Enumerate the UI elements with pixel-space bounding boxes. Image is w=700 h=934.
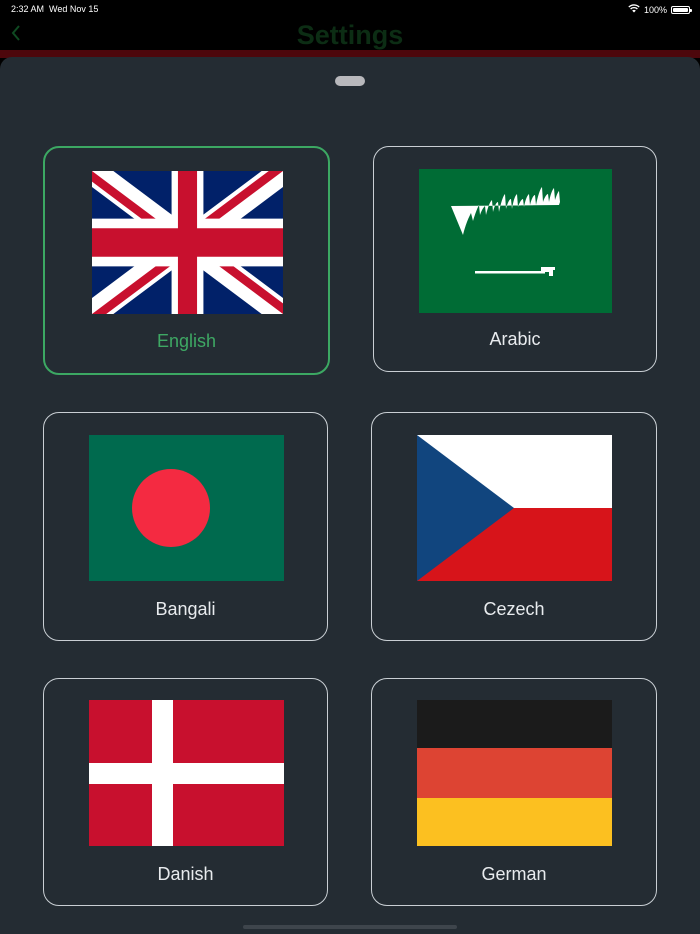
status-date: Wed Nov 15: [49, 4, 99, 14]
language-card-cezech[interactable]: Cezech: [371, 412, 657, 641]
czech-republic-flag-icon: [417, 435, 612, 581]
language-label: Cezech: [483, 599, 545, 619]
language-label: Danish: [157, 864, 214, 884]
status-bar: 2:32 AM Wed Nov 15 100%: [0, 0, 700, 18]
language-label: Arabic: [489, 329, 541, 349]
nav-bar: Settings: [0, 18, 700, 52]
status-indicators: 100%: [628, 4, 692, 15]
wifi-icon: [628, 4, 640, 15]
page-title: Settings: [296, 20, 404, 50]
language-sheet: English Arabic Bangali Cezech Danish Ger…: [0, 57, 700, 934]
denmark-flag-icon: [89, 700, 284, 846]
battery-percent: 100%: [643, 4, 667, 15]
language-card-english[interactable]: English: [43, 146, 330, 375]
status-time: 2:32 AM: [11, 4, 45, 14]
language-card-bangali[interactable]: Bangali: [43, 412, 328, 641]
language-label: English: [156, 331, 217, 351]
language-label: Bangali: [155, 599, 216, 619]
sheet-grabber[interactable]: [335, 76, 365, 86]
battery-icon: [671, 5, 692, 14]
home-indicator[interactable]: [243, 925, 457, 929]
language-label: German: [481, 864, 547, 884]
language-card-danish[interactable]: Danish: [43, 678, 328, 906]
language-card-german[interactable]: German: [371, 678, 657, 906]
saudi-arabia-flag-icon: [419, 169, 612, 313]
language-card-arabic[interactable]: Arabic: [373, 146, 657, 372]
germany-flag-icon: [417, 700, 612, 846]
bangladesh-flag-icon: [89, 435, 284, 581]
uk-flag-icon: [92, 171, 283, 314]
